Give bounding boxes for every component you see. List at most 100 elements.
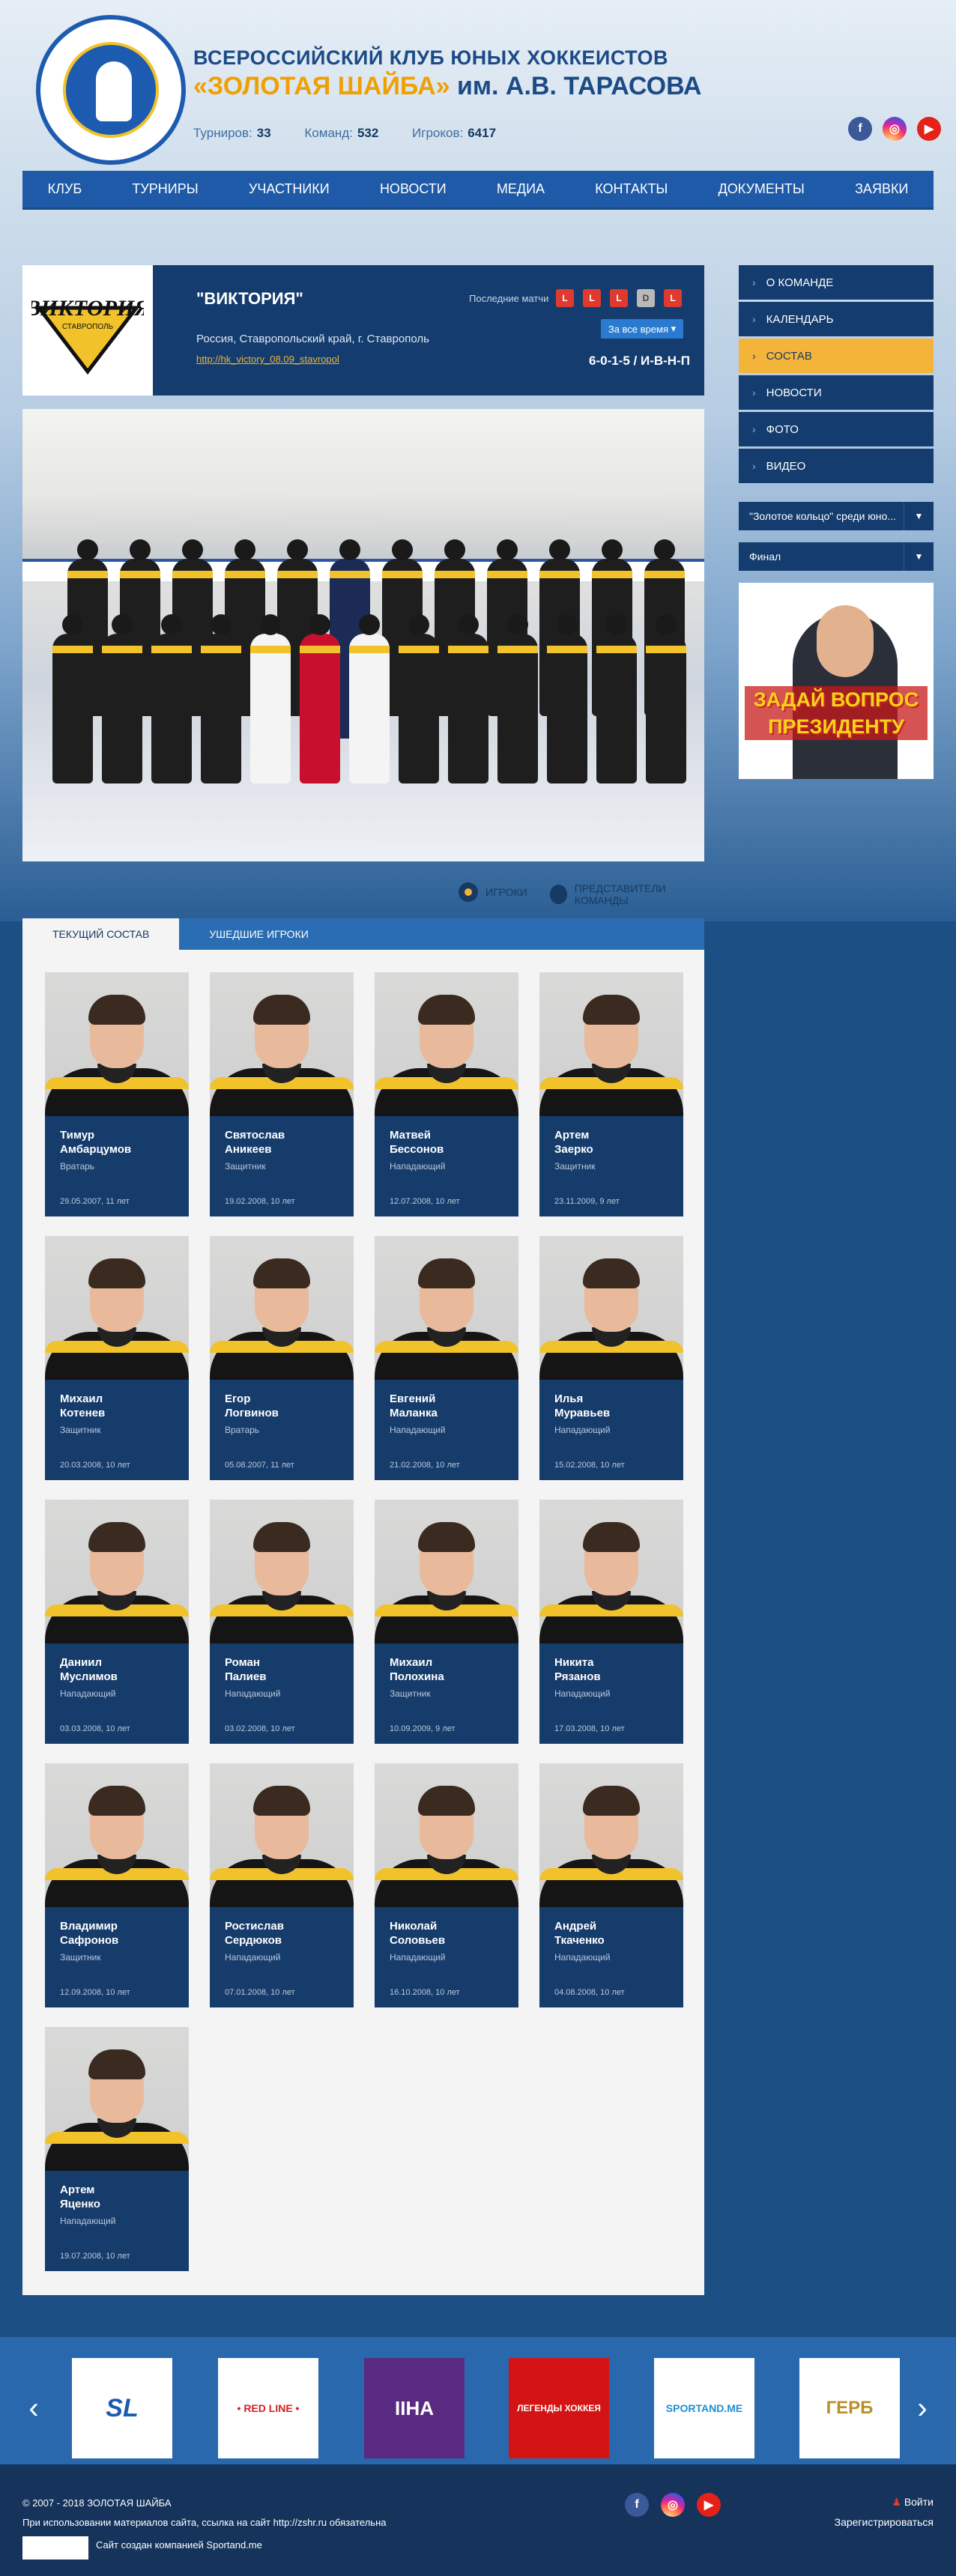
stat-teams-label: Команд: [304,126,353,140]
player-figure [399,614,439,784]
nav-applications[interactable]: ЗАЯВКИ [855,181,908,197]
player-card[interactable]: Святослав Аникеев Защитник 19.02.2008, 10 л… [210,972,354,1216]
nav-participants[interactable]: УЧАСТНИКИ [249,181,330,197]
youtube-icon[interactable]: ▶ [917,117,941,141]
player-card[interactable]: Роман Палиев Нападающий 03.02.2008, 10 лет [210,1500,354,1744]
player-birthdate: 10.09.2009, 9 лет [390,1724,456,1733]
nav-club[interactable]: КЛУБ [48,181,82,197]
filter-staff[interactable]: ПРЕДСТАВИТЕЛИ КОМАНДЫ [550,882,704,906]
instagram-icon[interactable]: ◎ [661,2493,685,2517]
site-title-gold: «ЗОЛОТАЯ ШАЙБА» [193,72,450,100]
partner-logo[interactable]: IIHA [364,2358,465,2458]
player-hair [88,995,145,1025]
team-site-link[interactable]: http://hk_victory_08.09_stavropol [196,354,339,365]
player-last-name: Амбарцумов [60,1143,132,1156]
sidebar-item-video[interactable]: › ВИДЕО [739,449,934,483]
tab-former-players[interactable]: УШЕДШИЕ ИГРОКИ [179,918,338,950]
carousel-prev-icon[interactable]: ‹ [22,2389,45,2427]
site-title-rest: им. А.В. ТАРАСОВА [450,72,702,100]
player-last-name: Сафронов [60,1934,119,1947]
team-photo [22,409,704,861]
nav-contacts[interactable]: КОНТАКТЫ [595,181,668,197]
filter-staff-label: ПРЕДСТАВИТЕЛИ КОМАНДЫ [574,882,666,906]
footer-site-link[interactable]: http://zshr.ru [273,2517,327,2528]
period-select[interactable]: За все время ▾ [601,319,683,339]
tournament-select[interactable]: "Золотое кольцо" среди юно... ▼ [739,502,934,530]
player-last-name: Маланка [390,1407,438,1419]
last-game-result[interactable]: L [610,289,628,307]
nav-news[interactable]: НОВОСТИ [380,181,447,197]
player-card[interactable]: Матвей Бессонов Нападающий 12.07.2008, 10 л… [375,972,518,1216]
stage-select[interactable]: Финал ▼ [739,542,934,571]
player-card[interactable]: Владимир Сафронов Защитник 12.09.2008, 10 л… [45,1763,189,2007]
nav-tournaments[interactable]: ТУРНИРЫ [132,181,198,197]
partner-logo[interactable]: SL [72,2358,172,2458]
president-banner[interactable]: ЗАДАЙ ВОПРОС ПРЕЗИДЕНТУ [739,583,934,779]
player-card[interactable]: Михаил Котенев Защитник 20.03.2008, 10 лет [45,1236,189,1480]
player-card[interactable]: Евгений Маланка Нападающий 21.02.2008, 10 л… [375,1236,518,1480]
chevron-right-icon: › [752,460,756,472]
player-card[interactable]: Михаил Полохина Защитник 10.09.2009, 9 лет [375,1500,518,1744]
player-name: Ростислав Сердюков [225,1919,284,1948]
partner-logo[interactable]: SPORTAND.ME [654,2358,754,2458]
nav-media[interactable]: МЕДИА [497,181,545,197]
last-game-result[interactable]: L [583,289,601,307]
footer-made-link[interactable]: Sportand.me [206,2539,261,2551]
roster-tabs: ТЕКУЩИЙ СОСТАВ УШЕДШИЕ ИГРОКИ [22,918,704,950]
player-hair [418,1522,475,1552]
player-card[interactable]: Егор Логвинов Вратарь 05.08.2007, 11 лет [210,1236,354,1480]
partner-logo[interactable]: • RED LINE • [218,2358,318,2458]
player-last-name: Яценко [60,2198,100,2210]
stat-players-value: 6417 [468,126,497,140]
player-card[interactable]: Андрей Ткаченко Нападающий 04.08.2008, 10 л… [539,1763,683,2007]
player-position: Защитник [554,1161,596,1172]
last-game-result[interactable]: L [664,289,682,307]
player-name: Андрей Ткаченко [554,1919,605,1948]
carousel-next-icon[interactable]: › [911,2389,934,2427]
player-card[interactable]: Артем Заерко Защитник 23.11.2009, 9 лет [539,972,683,1216]
last-games: L L L D L [556,289,682,307]
player-name: Никита Рязанов [554,1655,601,1684]
sidebar: › О КОМАНДЕ › КАЛЕНДАРЬ › СОСТАВ › НОВОСТИ ›… [739,265,934,779]
radio-icon [550,885,567,904]
stat-tournaments-value: 33 [256,126,271,140]
partner-logo[interactable]: ЛЕГЕНДЫ ХОККЕЯ [509,2358,609,2458]
player-last-name: Котенев [60,1407,106,1419]
player-position: Нападающий [390,1952,446,1963]
player-card[interactable]: Тимур Амбарцумов Вратарь 29.05.2007, 11 лет [45,972,189,1216]
roster-grid: Тимур Амбарцумов Вратарь 29.05.2007, 11 лет… [22,950,704,2295]
sidebar-item-roster[interactable]: › СОСТАВ [739,339,934,373]
youtube-icon[interactable]: ▶ [697,2493,721,2517]
player-photo [210,1763,354,1907]
filter-players[interactable]: ИГРОКИ [459,882,527,902]
instagram-icon[interactable]: ◎ [883,117,907,141]
player-card[interactable]: Ростислав Сердюков Нападающий 07.01.2008, 1… [210,1763,354,2007]
last-game-result[interactable]: L [556,289,574,307]
player-hair [583,1522,640,1552]
visit-counter[interactable] [22,2536,88,2560]
sidebar-item-photo[interactable]: › ФОТО [739,412,934,446]
team-record: 6-0-1-5 / И-В-Н-П [589,354,690,368]
partner-logo[interactable]: ГЕРБ [799,2358,900,2458]
filter-players-label: ИГРОКИ [485,886,527,898]
nav-documents[interactable]: ДОКУМЕНТЫ [718,181,805,197]
player-card[interactable]: Николай Соловьев Нападающий 16.10.2008, 10 … [375,1763,518,2007]
sidebar-item-news[interactable]: › НОВОСТИ [739,375,934,410]
player-birthdate: 23.11.2009, 9 лет [554,1197,620,1206]
sidebar-item-calendar[interactable]: › КАЛЕНДАРЬ [739,302,934,336]
register-link[interactable]: Зарегистрироваться [835,2516,934,2528]
player-hair [418,1258,475,1288]
login-link[interactable]: ♟ Войти [835,2496,934,2509]
club-logo[interactable] [36,15,186,165]
facebook-icon[interactable]: f [848,117,872,141]
header-social: f ◎ ▶ [848,117,941,141]
player-birthdate: 03.02.2008, 10 лет [225,1724,295,1733]
player-card[interactable]: Илья Муравьев Нападающий 15.02.2008, 10 лет [539,1236,683,1480]
player-card[interactable]: Артем Яценко Нападающий 19.07.2008, 10 лет [45,2027,189,2271]
player-card[interactable]: Даниил Муслимов Нападающий 03.03.2008, 10 л… [45,1500,189,1744]
tab-current-roster[interactable]: ТЕКУЩИЙ СОСТАВ [22,918,180,950]
sidebar-item-about[interactable]: › О КОМАНДЕ [739,265,934,300]
last-game-result[interactable]: D [637,289,655,307]
player-card[interactable]: Никита Рязанов Нападающий 17.03.2008, 10 ле… [539,1500,683,1744]
facebook-icon[interactable]: f [625,2493,649,2517]
